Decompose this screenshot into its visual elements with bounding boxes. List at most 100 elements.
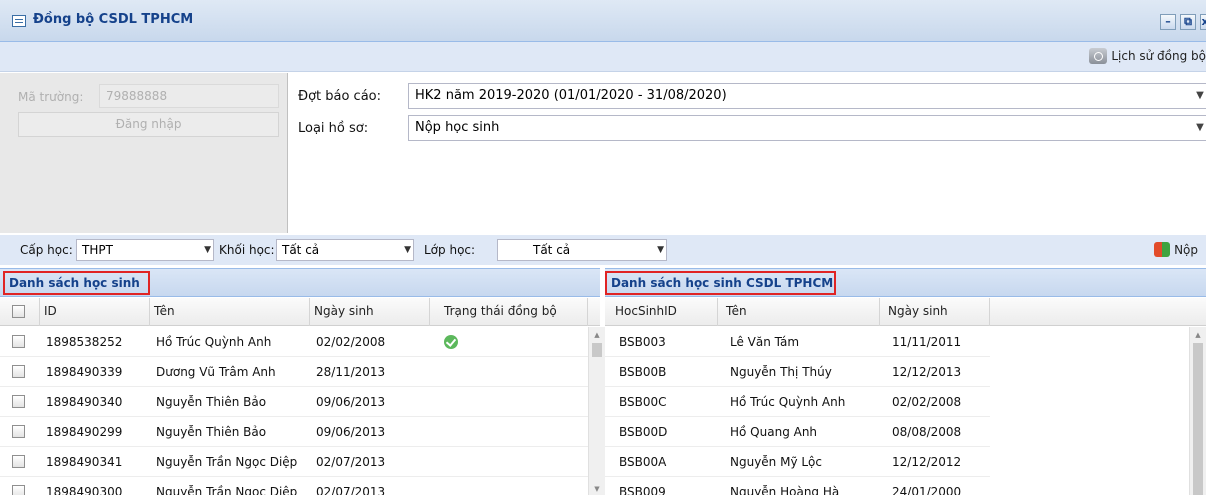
- window-titlebar: Đồng bộ CSDL TPHCM – ⧉ x: [0, 0, 1206, 42]
- student-dob: 02/07/2013: [316, 455, 386, 469]
- column-header-student-id[interactable]: HocSinhID: [605, 298, 718, 326]
- column-header-dob[interactable]: Ngày sinh: [310, 298, 430, 326]
- student-id: 1898490299: [46, 425, 123, 439]
- table-row[interactable]: 1898490299 Nguyễn Thiên Bảo 09/06/2013: [0, 417, 588, 447]
- level-value: THPT: [82, 243, 113, 257]
- student-id: 1898490340: [46, 395, 123, 409]
- column-header-name[interactable]: Tên: [150, 298, 310, 326]
- restore-button[interactable]: ⧉: [1180, 14, 1196, 30]
- city-student-name: Nguyễn Thị Thúy: [730, 365, 832, 379]
- school-code-input[interactable]: 79888888: [99, 84, 279, 108]
- student-dob: 09/06/2013: [316, 425, 386, 439]
- scroll-down-icon[interactable]: ▼: [589, 483, 605, 495]
- column-header-sync-status[interactable]: Trạng thái đồng bộ: [430, 298, 588, 326]
- table-row[interactable]: BSB003 Lê Văn Tám 11/11/2011: [605, 327, 990, 357]
- student-name: Nguyễn Thiên Bảo: [156, 425, 267, 439]
- city-student-id: BSB00B: [619, 365, 667, 379]
- row-checkbox[interactable]: [12, 485, 25, 495]
- column-header-name[interactable]: Tên: [718, 298, 880, 326]
- sync-history-button[interactable]: Lịch sử đồng bộ: [1089, 48, 1206, 64]
- history-icon: [1089, 48, 1108, 64]
- row-checkbox[interactable]: [12, 395, 25, 408]
- chevron-down-icon[interactable]: ▼: [1193, 84, 1206, 108]
- scroll-thumb[interactable]: [592, 343, 602, 357]
- scroll-up-icon[interactable]: ▲: [1190, 329, 1206, 341]
- chevron-down-icon[interactable]: ▼: [404, 240, 411, 260]
- city-student-dob: 12/12/2012: [892, 455, 962, 469]
- report-period-value: HK2 năm 2019-2020 (01/01/2020 - 31/08/20…: [415, 88, 727, 103]
- class-label: Lớp học:: [424, 243, 476, 257]
- table-row[interactable]: 1898490300 Nguyễn Trần Ngọc Diệp 02/07/2…: [0, 477, 588, 495]
- close-button[interactable]: x: [1200, 14, 1206, 30]
- chevron-down-icon[interactable]: ▼: [204, 240, 211, 260]
- table-row[interactable]: BSB00A Nguyễn Mỹ Lộc 12/12/2012: [605, 447, 990, 477]
- report-period-label: Đợt báo cáo:: [298, 89, 382, 104]
- student-dob: 09/06/2013: [316, 395, 386, 409]
- student-name: Hồ Trúc Quỳnh Anh: [156, 335, 272, 349]
- chevron-down-icon[interactable]: ▼: [657, 240, 664, 260]
- city-grid-scrollbar[interactable]: ▲: [1189, 327, 1206, 495]
- login-button[interactable]: Đăng nhập: [18, 112, 279, 137]
- city-student-name: Hồ Quang Anh: [730, 425, 818, 439]
- student-dob: 02/02/2008: [316, 335, 386, 349]
- grade-select[interactable]: Tất cả ▼: [276, 239, 414, 261]
- table-row[interactable]: BSB00C Hồ Trúc Quỳnh Anh 02/02/2008: [605, 387, 990, 417]
- table-row[interactable]: 1898490341 Nguyễn Trần Ngọc Diệp 02/07/2…: [0, 447, 588, 477]
- table-row[interactable]: BSB009 Nguyễn Hoàng Hà 24/01/2000: [605, 477, 990, 495]
- class-select[interactable]: Tất cả ▼: [497, 239, 667, 261]
- city-student-id: BSB00A: [619, 455, 667, 469]
- report-period-select[interactable]: HK2 năm 2019-2020 (01/01/2020 - 31/08/20…: [408, 83, 1206, 109]
- table-row[interactable]: 1898538252 Hồ Trúc Quỳnh Anh 02/02/2008: [0, 327, 588, 357]
- row-checkbox[interactable]: [12, 365, 25, 378]
- student-id: 1898490341: [46, 455, 123, 469]
- city-student-dob: 24/01/2000: [892, 485, 962, 495]
- student-name: Nguyễn Trần Ngọc Diệp: [156, 455, 298, 469]
- city-grid-title: Danh sách học sinh CSDL TPHCM: [605, 271, 836, 295]
- level-select[interactable]: THPT ▼: [76, 239, 214, 261]
- window-title: Đồng bộ CSDL TPHCM: [33, 12, 194, 27]
- city-student-dob: 12/12/2013: [892, 365, 962, 379]
- students-grid-scrollbar[interactable]: ▲ ▼: [588, 327, 605, 495]
- city-student-name: Nguyễn Mỹ Lộc: [730, 455, 822, 469]
- submit-icon: [1154, 242, 1171, 257]
- city-student-name: Lê Văn Tám: [730, 335, 800, 349]
- column-header-id[interactable]: ID: [40, 298, 150, 326]
- record-type-value: Nộp học sinh: [415, 120, 500, 135]
- city-student-id: BSB00D: [619, 425, 668, 439]
- top-toolbar: Lịch sử đồng bộ: [0, 42, 1206, 72]
- submit-button[interactable]: Nộp: [1154, 242, 1198, 257]
- table-row[interactable]: BSB00D Hồ Quang Anh 08/08/2008: [605, 417, 990, 447]
- grade-label: Khối học:: [219, 243, 275, 257]
- row-checkbox[interactable]: [12, 425, 25, 438]
- city-student-dob: 11/11/2011: [892, 335, 962, 349]
- student-name: Dương Vũ Trâm Anh: [156, 365, 276, 379]
- student-dob: 28/11/2013: [316, 365, 386, 379]
- submit-label: Nộp: [1174, 242, 1198, 257]
- city-student-dob: 02/02/2008: [892, 395, 962, 409]
- grade-value: Tất cả: [282, 243, 320, 257]
- city-grid-titlebar: Danh sách học sinh CSDL TPHCM: [605, 268, 1206, 297]
- table-row[interactable]: 1898490340 Nguyễn Thiên Bảo 09/06/2013: [0, 387, 588, 417]
- select-all-checkbox[interactable]: [12, 305, 25, 318]
- sync-ok-icon: [444, 335, 458, 349]
- record-type-select[interactable]: Nộp học sinh ▼: [408, 115, 1206, 141]
- student-name: Nguyễn Thiên Bảo: [156, 395, 267, 409]
- select-all-cell: [0, 298, 40, 326]
- filter-bar: Cấp học: THPT ▼ Khối học: Tất cả ▼ Lớp h…: [0, 235, 1206, 265]
- column-header-dob[interactable]: Ngày sinh: [880, 298, 990, 326]
- table-row[interactable]: BSB00B Nguyễn Thị Thúy 12/12/2013: [605, 357, 990, 387]
- row-checkbox[interactable]: [12, 335, 25, 348]
- scroll-up-icon[interactable]: ▲: [589, 329, 605, 341]
- students-grid-title: Danh sách học sinh: [3, 271, 150, 295]
- city-student-id: BSB003: [619, 335, 666, 349]
- student-name: Nguyễn Trần Ngọc Diệp: [156, 485, 298, 495]
- table-row[interactable]: 1898490339 Dương Vũ Trâm Anh 28/11/2013: [0, 357, 588, 387]
- sync-history-label: Lịch sử đồng bộ: [1111, 49, 1206, 63]
- scroll-thumb[interactable]: [1193, 343, 1203, 495]
- city-student-name: Hồ Trúc Quỳnh Anh: [730, 395, 846, 409]
- minimize-button[interactable]: –: [1160, 14, 1176, 30]
- student-id: 1898490300: [46, 485, 123, 495]
- row-checkbox[interactable]: [12, 455, 25, 468]
- chevron-down-icon[interactable]: ▼: [1193, 116, 1206, 140]
- student-dob: 02/07/2013: [316, 485, 386, 495]
